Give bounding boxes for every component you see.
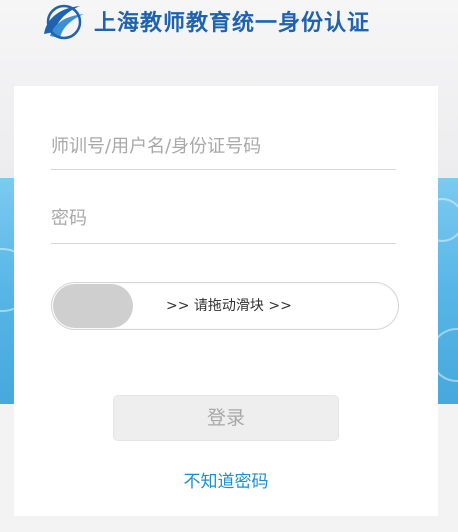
username-input[interactable] bbox=[51, 131, 396, 161]
login-card: >> 请拖动滑块 >> 登录 不知道密码 bbox=[14, 86, 438, 516]
slider-handle[interactable] bbox=[53, 284, 133, 328]
forgot-password-link[interactable]: 不知道密码 bbox=[14, 467, 438, 492]
header: 上海教师教育统一身份认证 bbox=[40, 0, 370, 42]
bird-swoosh-logo-icon bbox=[44, 4, 84, 40]
site-title: 上海教师教育统一身份认证 bbox=[94, 11, 371, 36]
login-button[interactable]: 登录 bbox=[113, 395, 339, 441]
slider-captcha: >> 请拖动滑块 >> bbox=[51, 282, 399, 330]
username-field bbox=[51, 131, 396, 170]
slider-label: >> 请拖动滑块 >> bbox=[166, 298, 292, 314]
password-field bbox=[51, 203, 396, 244]
password-input[interactable] bbox=[51, 203, 396, 233]
